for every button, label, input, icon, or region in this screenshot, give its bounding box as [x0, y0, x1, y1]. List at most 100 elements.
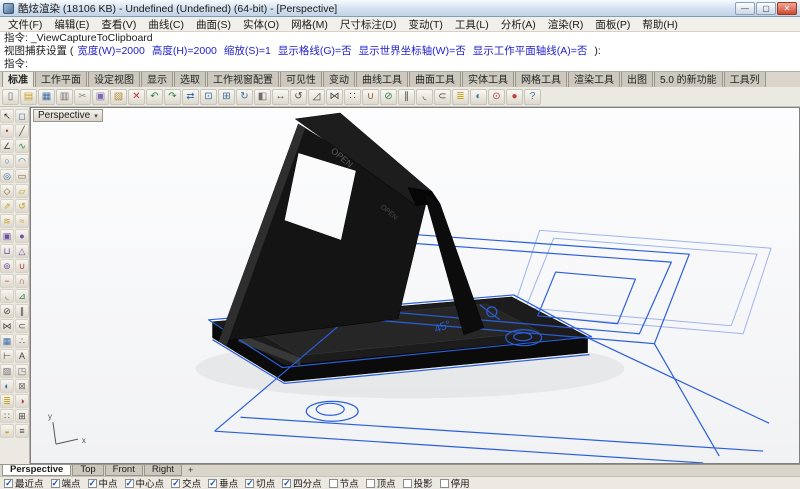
menu-item[interactable]: 工具(L)	[449, 17, 495, 32]
toolbar-tab[interactable]: 网格工具	[515, 72, 567, 87]
osnap-checkbox[interactable]	[366, 479, 375, 488]
tool-rail-icon[interactable]: ◟	[0, 289, 14, 303]
toolbar-icon[interactable]: ◐	[470, 89, 487, 105]
toolbar-tab[interactable]: 工作视窗配置	[207, 72, 279, 87]
tool-rail-icon[interactable]: ╱	[15, 124, 29, 138]
toolbar-icon[interactable]: ?	[524, 89, 541, 105]
osnap-toggle[interactable]: 投影	[403, 476, 433, 489]
osnap-checkbox[interactable]	[245, 479, 254, 488]
tool-rail-icon[interactable]: ⇗	[0, 199, 14, 213]
command-area[interactable]: 指令: _ViewCaptureToClipboard 视图捕获设置 (宽度(W…	[0, 32, 800, 72]
tool-rail-icon[interactable]: ⊿	[15, 289, 29, 303]
osnap-toggle[interactable]: 中点	[88, 476, 118, 489]
toolbar-icon[interactable]: ↶	[146, 89, 163, 105]
toolbar-tab[interactable]: 工作平面	[35, 72, 87, 87]
tool-rail-icon[interactable]: ⊠	[15, 379, 29, 393]
viewport-canvas[interactable]: 45° OPEN OPEN x y	[31, 108, 799, 463]
tool-rail-icon[interactable]: ∩	[15, 274, 29, 288]
command-option[interactable]: 显示工作平面轴线(A)=否	[473, 45, 588, 57]
tool-rail-icon[interactable]: ◐	[0, 379, 14, 393]
tool-rail-icon[interactable]: ◠	[15, 154, 29, 168]
osnap-checkbox[interactable]	[403, 479, 412, 488]
tool-rail-icon[interactable]: ◳	[15, 364, 29, 378]
command-option[interactable]: 显示格线(G)=否	[278, 45, 352, 57]
osnap-toggle[interactable]: 顶点	[366, 476, 396, 489]
toolbar-tab[interactable]: 曲线工具	[356, 72, 408, 87]
tool-rail-icon[interactable]: ⊘	[0, 304, 14, 318]
osnap-checkbox[interactable]	[171, 479, 180, 488]
toolbar-tab[interactable]: 选取	[174, 72, 206, 87]
menu-item[interactable]: 曲线(C)	[142, 17, 190, 32]
toolbar-icon[interactable]: ◧	[254, 89, 271, 105]
tool-rail-icon[interactable]: ●	[15, 229, 29, 243]
toolbar-icon[interactable]: ∷	[344, 89, 361, 105]
menu-item[interactable]: 变动(T)	[403, 17, 449, 32]
toolbar-icon[interactable]: ⊂	[434, 89, 451, 105]
osnap-toggle[interactable]: 停用	[440, 476, 470, 489]
menu-item[interactable]: 编辑(E)	[48, 17, 95, 32]
tool-rail-icon[interactable]: •	[0, 124, 14, 138]
tool-rail-icon[interactable]: ⊔	[0, 244, 14, 258]
toolbar-icon[interactable]: ▥	[56, 89, 73, 105]
perspective-viewport[interactable]: Perspective ▾	[30, 107, 800, 464]
viewport-tab[interactable]: Right	[144, 465, 182, 476]
toolbar-icon[interactable]: ⊞	[218, 89, 235, 105]
osnap-checkbox[interactable]	[440, 479, 449, 488]
osnap-checkbox[interactable]	[282, 479, 291, 488]
tool-rail-icon[interactable]: ∴	[15, 334, 29, 348]
tool-rail-icon[interactable]: ⊚	[0, 259, 14, 273]
toolbar-tab[interactable]: 实体工具	[462, 72, 514, 87]
osnap-checkbox[interactable]	[125, 479, 134, 488]
menu-item[interactable]: 网格(M)	[285, 17, 334, 32]
maximize-button[interactable]: ▢	[756, 2, 776, 15]
osnap-toggle[interactable]: 最近点	[4, 476, 44, 489]
tool-rail-icon[interactable]: ∪	[15, 259, 29, 273]
tool-rail-icon[interactable]: ◑	[15, 394, 29, 408]
toolbar-icon[interactable]: ◟	[416, 89, 433, 105]
command-option[interactable]: 宽度(W)=2000	[77, 45, 144, 57]
osnap-toggle[interactable]: 节点	[329, 476, 359, 489]
tool-rail-icon[interactable]: −	[0, 274, 14, 288]
command-prompt[interactable]: 指令:	[4, 58, 796, 71]
toolbar-icon[interactable]: ⊘	[380, 89, 397, 105]
osnap-toggle[interactable]: 切点	[245, 476, 275, 489]
toolbar-icon[interactable]: ✂	[74, 89, 91, 105]
tool-rail-icon[interactable]: ≈	[15, 214, 29, 228]
tool-rail-icon[interactable]: ∠	[0, 139, 14, 153]
toolbar-icon[interactable]: ⋈	[326, 89, 343, 105]
toolbar-icon[interactable]: ●	[506, 89, 523, 105]
toolbar-icon[interactable]: ▦	[38, 89, 55, 105]
toolbar-tab[interactable]: 5.0 的新功能	[654, 72, 723, 87]
tool-rail-icon[interactable]: ▨	[0, 364, 14, 378]
menu-item[interactable]: 查看(V)	[95, 17, 142, 32]
toolbar-tab[interactable]: 变动	[323, 72, 355, 87]
tool-rail-icon[interactable]: ⊢	[0, 349, 14, 363]
toolbar-icon[interactable]: ↷	[164, 89, 181, 105]
toolbar-tab[interactable]: 标准	[2, 72, 34, 87]
toolbar-icon[interactable]: ↔	[272, 89, 289, 105]
viewport-tab[interactable]: Front	[105, 465, 143, 476]
osnap-toggle[interactable]: 垂点	[208, 476, 238, 489]
viewport-title-tab[interactable]: Perspective ▾	[33, 109, 103, 122]
toolbar-icon[interactable]: ⇄	[182, 89, 199, 105]
toolbar-icon[interactable]: ≣	[452, 89, 469, 105]
toolbar-icon[interactable]: ⊙	[488, 89, 505, 105]
toolbar-tab[interactable]: 渲染工具	[568, 72, 620, 87]
toolbar-icon[interactable]: ▤	[20, 89, 37, 105]
osnap-checkbox[interactable]	[4, 479, 13, 488]
osnap-checkbox[interactable]	[208, 479, 217, 488]
tool-rail-icon[interactable]: ⊂	[15, 319, 29, 333]
osnap-toggle[interactable]: 端点	[51, 476, 81, 489]
toolbar-icon[interactable]: ▯	[2, 89, 19, 105]
tool-rail-icon[interactable]: ⊞	[15, 409, 29, 423]
toolbar-tab[interactable]: 工具列	[724, 72, 766, 87]
chevron-down-icon[interactable]: ▾	[94, 112, 98, 120]
minimize-button[interactable]: —	[735, 2, 755, 15]
viewport-tab[interactable]: Perspective	[2, 465, 71, 476]
new-viewport-tab-button[interactable]: +	[183, 465, 198, 476]
tool-rail-icon[interactable]: ◇	[0, 184, 14, 198]
tool-rail-icon[interactable]: ○	[0, 154, 14, 168]
osnap-checkbox[interactable]	[51, 479, 60, 488]
osnap-toggle[interactable]: 四分点	[282, 476, 322, 489]
toolbar-icon[interactable]: ↻	[236, 89, 253, 105]
